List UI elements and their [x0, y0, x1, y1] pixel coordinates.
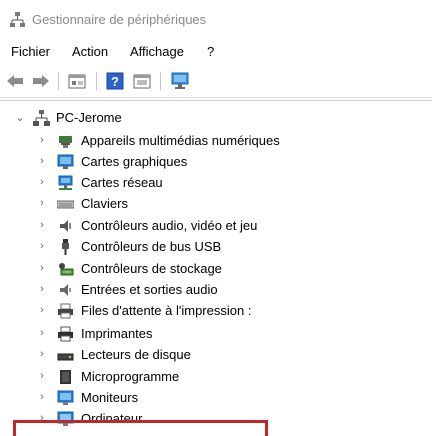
tree-category[interactable]: › Microprogramme — [0, 367, 432, 388]
category-label: Files d'attente à l'impression : — [81, 303, 252, 318]
device-tree: ⌄ PC-Jerome › Appareils multimédias numé… — [0, 100, 432, 436]
tree-category[interactable]: › Appareils multimédias numériques — [0, 131, 432, 152]
tree-category[interactable]: › Entrées et sorties audio — [0, 280, 432, 301]
chevron-right-icon[interactable]: › — [37, 391, 47, 403]
tree-root-label: PC-Jerome — [56, 110, 122, 125]
chevron-right-icon[interactable]: › — [37, 240, 47, 252]
display-adapter-icon — [57, 154, 74, 170]
chevron-right-icon[interactable]: › — [37, 176, 47, 188]
menu-fichier[interactable]: Fichier — [11, 44, 50, 59]
storage-controller-icon — [57, 261, 74, 277]
category-label: Contrôleurs de bus USB — [81, 239, 222, 254]
chevron-right-icon[interactable]: › — [37, 219, 47, 231]
tree-category[interactable]: › Cartes réseau — [0, 173, 432, 194]
window-title: Gestionnaire de périphériques — [32, 12, 207, 27]
back-arrow-icon[interactable] — [4, 70, 26, 92]
computer-tree-icon — [33, 110, 50, 126]
print-queue-icon — [57, 303, 74, 319]
usb-icon — [57, 239, 74, 255]
chevron-right-icon[interactable]: › — [37, 262, 47, 274]
window-titlebar: Gestionnaire de périphériques — [0, 0, 432, 38]
audio-io-icon — [57, 282, 74, 298]
toolbar-separator — [160, 72, 161, 90]
category-label: Claviers — [81, 196, 128, 211]
category-label: Microprogramme — [81, 369, 180, 384]
tree-category[interactable]: › Contrôleurs de stockage — [0, 259, 432, 280]
chevron-right-icon[interactable]: › — [37, 134, 47, 146]
chevron-down-icon[interactable]: ⌄ — [15, 111, 25, 124]
category-label: Cartes graphiques — [81, 154, 188, 169]
network-adapter-icon — [57, 175, 74, 191]
keyboard-icon — [56, 196, 75, 212]
chevron-right-icon[interactable]: › — [37, 412, 47, 424]
forward-arrow-icon[interactable] — [30, 70, 52, 92]
help-icon[interactable]: ? — [104, 70, 126, 92]
multimedia-device-icon — [57, 133, 74, 149]
toolbar-separator — [58, 72, 59, 90]
category-label: Cartes réseau — [81, 175, 163, 190]
category-label: Imprimantes — [81, 326, 153, 341]
toolbar-separator — [96, 72, 97, 90]
device-manager-app-icon — [9, 11, 26, 28]
menu-bar: Fichier Action Affichage ? — [0, 40, 432, 62]
audio-controller-icon — [57, 218, 74, 234]
category-label: Ordinateur — [81, 411, 143, 426]
chevron-right-icon[interactable]: › — [37, 370, 47, 382]
update-driver-icon[interactable] — [131, 70, 153, 92]
tree-root-pc[interactable]: ⌄ PC-Jerome — [0, 108, 432, 129]
monitor-icon — [57, 390, 74, 406]
chevron-right-icon[interactable]: › — [37, 283, 47, 295]
chevron-right-icon[interactable]: › — [37, 155, 47, 167]
tree-category[interactable]: › Lecteurs de disque — [0, 345, 432, 366]
tree-category[interactable]: › Contrôleurs audio, vidéo et jeu — [0, 216, 432, 237]
menu-help[interactable]: ? — [207, 44, 214, 59]
toolbar: ? — [0, 64, 432, 98]
tree-category[interactable]: › Moniteurs — [0, 388, 432, 409]
chevron-right-icon[interactable]: › — [37, 348, 47, 360]
properties-icon[interactable] — [66, 70, 88, 92]
tree-category[interactable]: › Contrôleurs de bus USB — [0, 237, 432, 258]
tree-category[interactable]: › Files d'attente à l'impression : — [0, 301, 432, 322]
computer-icon — [57, 411, 74, 427]
tree-category[interactable]: › Cartes graphiques — [0, 152, 432, 173]
menu-action[interactable]: Action — [72, 44, 108, 59]
menu-affichage[interactable]: Affichage — [130, 44, 184, 59]
tree-category[interactable]: › Claviers — [0, 194, 432, 215]
firmware-icon — [57, 369, 74, 385]
chevron-right-icon[interactable]: › — [37, 304, 47, 316]
chevron-right-icon[interactable]: › — [37, 327, 47, 339]
category-label: Appareils multimédias numériques — [81, 133, 280, 148]
category-label: Contrôleurs audio, vidéo et jeu — [81, 218, 258, 233]
scan-hardware-icon[interactable] — [169, 70, 191, 92]
category-label: Moniteurs — [81, 390, 139, 405]
chevron-right-icon[interactable]: › — [37, 197, 47, 209]
svg-text:?: ? — [111, 74, 119, 89]
disk-drive-icon — [57, 347, 74, 363]
category-label: Contrôleurs de stockage — [81, 261, 222, 276]
category-label: Lecteurs de disque — [81, 347, 191, 362]
tree-category[interactable]: › Ordinateur — [0, 409, 432, 430]
tree-category-imprimantes[interactable]: › Imprimantes — [0, 324, 432, 345]
category-label: Entrées et sorties audio — [81, 282, 218, 297]
printer-icon — [57, 326, 74, 342]
